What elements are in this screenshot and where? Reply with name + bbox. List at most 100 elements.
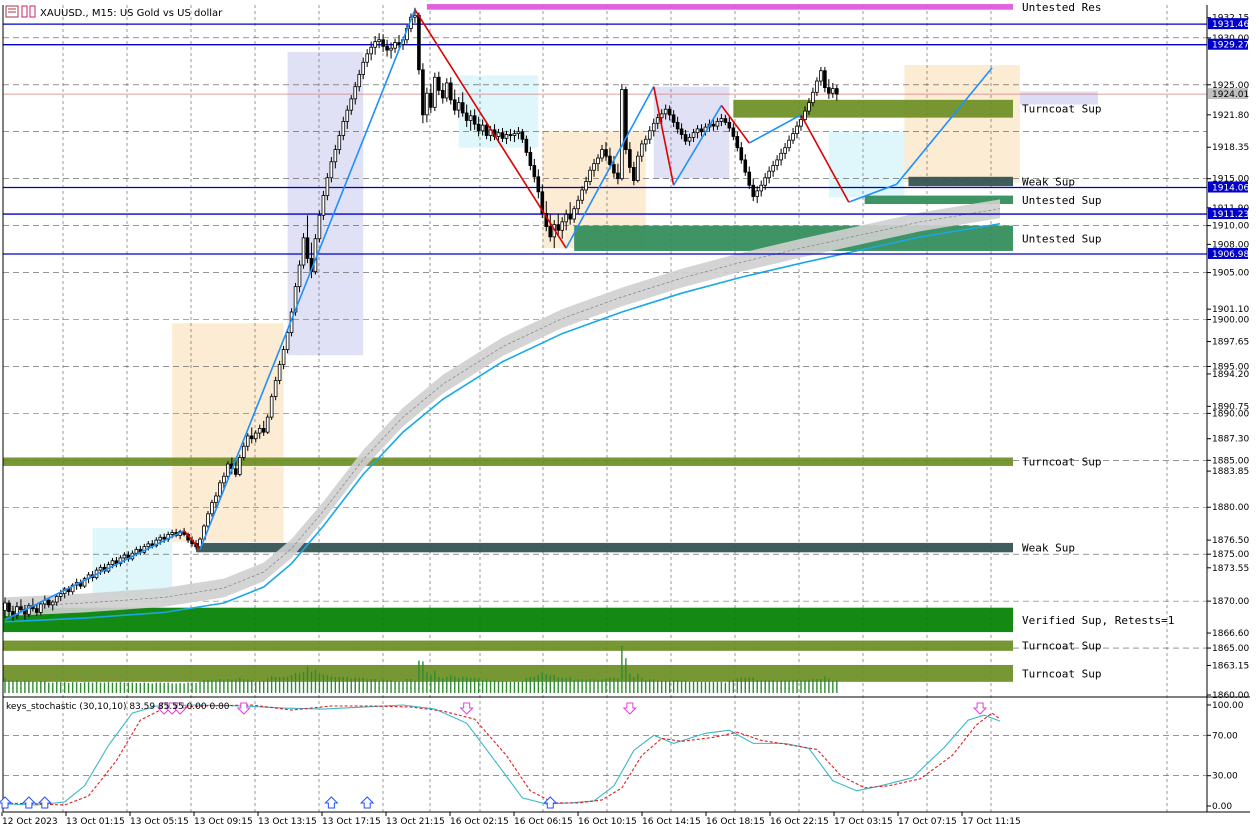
time-tick-label: 16 Oct 06:15 bbox=[514, 817, 573, 827]
candle-body bbox=[273, 380, 278, 397]
candle-body bbox=[548, 226, 553, 238]
time-tick-label: 16 Oct 14:15 bbox=[642, 817, 701, 827]
candle-body bbox=[711, 123, 716, 127]
candle-body bbox=[353, 86, 358, 100]
candle-body bbox=[719, 118, 724, 122]
stoch-tick-label: 30.00 bbox=[1212, 772, 1238, 782]
candle-body bbox=[325, 177, 330, 196]
candle-body bbox=[464, 112, 469, 121]
candle-body bbox=[803, 110, 807, 120]
zone-bar bbox=[426, 4, 1013, 10]
chart-type-icon[interactable] bbox=[29, 5, 36, 18]
candle-body bbox=[536, 176, 541, 193]
candle-body bbox=[46, 599, 51, 606]
candle-body bbox=[373, 41, 377, 48]
candle-body bbox=[779, 152, 783, 161]
candle-body bbox=[775, 159, 779, 166]
candle-body bbox=[3, 602, 7, 611]
candle-body bbox=[484, 124, 489, 136]
candle-body bbox=[823, 70, 827, 89]
price-tick-label: 1890.00 bbox=[1212, 409, 1249, 419]
candle-body bbox=[592, 163, 596, 171]
candle-body bbox=[39, 603, 43, 613]
candle-body bbox=[636, 155, 640, 181]
candle-body bbox=[389, 47, 393, 51]
candle-body bbox=[369, 46, 373, 55]
candle-body bbox=[122, 554, 127, 559]
time-tick-label: 17 Oct 07:15 bbox=[898, 817, 957, 827]
candle-body bbox=[321, 195, 326, 216]
candle-body bbox=[683, 134, 688, 142]
candle-body bbox=[835, 88, 839, 95]
candle-body bbox=[257, 427, 262, 434]
candle-body bbox=[397, 42, 401, 45]
price-tick-label: 1921.80 bbox=[1212, 111, 1249, 121]
zone-label: Turncoat Sup bbox=[1022, 667, 1101, 680]
zone-label: Untested Res bbox=[1022, 1, 1101, 14]
candle-body bbox=[433, 76, 437, 108]
chart-type-icon[interactable] bbox=[21, 5, 28, 18]
candle-body bbox=[365, 53, 369, 63]
candle-body bbox=[452, 99, 457, 111]
zone-label: Weak Sup bbox=[1022, 175, 1075, 188]
candle-body bbox=[206, 513, 210, 527]
candle-body bbox=[687, 136, 692, 142]
candle-body bbox=[532, 165, 537, 178]
candle-body bbox=[341, 121, 346, 136]
candle-body bbox=[269, 396, 274, 418]
candle-body bbox=[317, 214, 322, 240]
trading-chart[interactable]: Untested Res Turncoat Sup Weak Sup Untested… bbox=[0, 0, 1259, 831]
candle-body bbox=[819, 70, 823, 82]
candle-body bbox=[253, 432, 258, 440]
candle-body bbox=[516, 131, 521, 135]
candle-body bbox=[584, 181, 588, 191]
time-tick-label: 16 Oct 02:15 bbox=[450, 817, 509, 827]
candle-body bbox=[727, 121, 732, 129]
candle-body bbox=[667, 108, 672, 116]
stoch-tick-label: 100.00 bbox=[1212, 701, 1244, 711]
candle-body bbox=[214, 495, 218, 503]
zone-label: Untested Sup bbox=[1022, 194, 1101, 207]
candle-body bbox=[608, 155, 612, 165]
candle-body bbox=[596, 157, 600, 165]
candle-body bbox=[134, 549, 139, 554]
candle-body bbox=[50, 601, 55, 606]
candle-body bbox=[381, 39, 385, 47]
candle-body bbox=[301, 237, 306, 266]
candle-body bbox=[755, 190, 760, 197]
candle-body bbox=[377, 39, 381, 43]
price-tick-label: 1875.00 bbox=[1212, 550, 1249, 560]
price-tick-label: 1905.00 bbox=[1212, 269, 1249, 279]
candle-body bbox=[723, 118, 728, 123]
price-tick-label: 1870.00 bbox=[1212, 597, 1249, 607]
candle-body bbox=[799, 119, 803, 127]
stoch-tick-label: 0.00 bbox=[1212, 802, 1232, 812]
chart-canvas[interactable]: Untested Res Turncoat Sup Weak Sup Untested… bbox=[0, 0, 1259, 831]
price-tick-label: 1900.00 bbox=[1212, 315, 1249, 325]
setup-box bbox=[904, 65, 1020, 183]
zone-bar bbox=[3, 607, 1013, 633]
candle-body bbox=[520, 131, 525, 140]
time-tick-label: 12 Oct 2023 bbox=[2, 817, 58, 827]
time-tick-label: 16 Oct 18:15 bbox=[706, 817, 765, 827]
candle-body bbox=[739, 147, 744, 161]
candle-body bbox=[791, 133, 795, 141]
candle-body bbox=[146, 543, 151, 548]
candle-body bbox=[329, 161, 334, 179]
candle-body bbox=[659, 113, 664, 119]
candle-body bbox=[512, 133, 517, 136]
candle-body bbox=[560, 221, 564, 231]
candle-body bbox=[234, 468, 238, 475]
chart-title: XAUUSD., M15: US Gold vs US dollar bbox=[40, 8, 223, 19]
candle-body bbox=[333, 149, 338, 163]
candle-body bbox=[241, 445, 246, 458]
zone-label: Turncoat Sup bbox=[1022, 640, 1101, 653]
candle-body bbox=[655, 117, 660, 124]
candle-body bbox=[170, 532, 174, 535]
candle-body bbox=[413, 14, 417, 18]
time-tick-label: 17 Oct 11:15 bbox=[962, 817, 1021, 827]
candle-body bbox=[663, 108, 668, 115]
zone-label: Verified Sup, Retests=1 bbox=[1022, 614, 1174, 627]
candle-body bbox=[421, 69, 425, 116]
candle-body bbox=[361, 61, 365, 75]
